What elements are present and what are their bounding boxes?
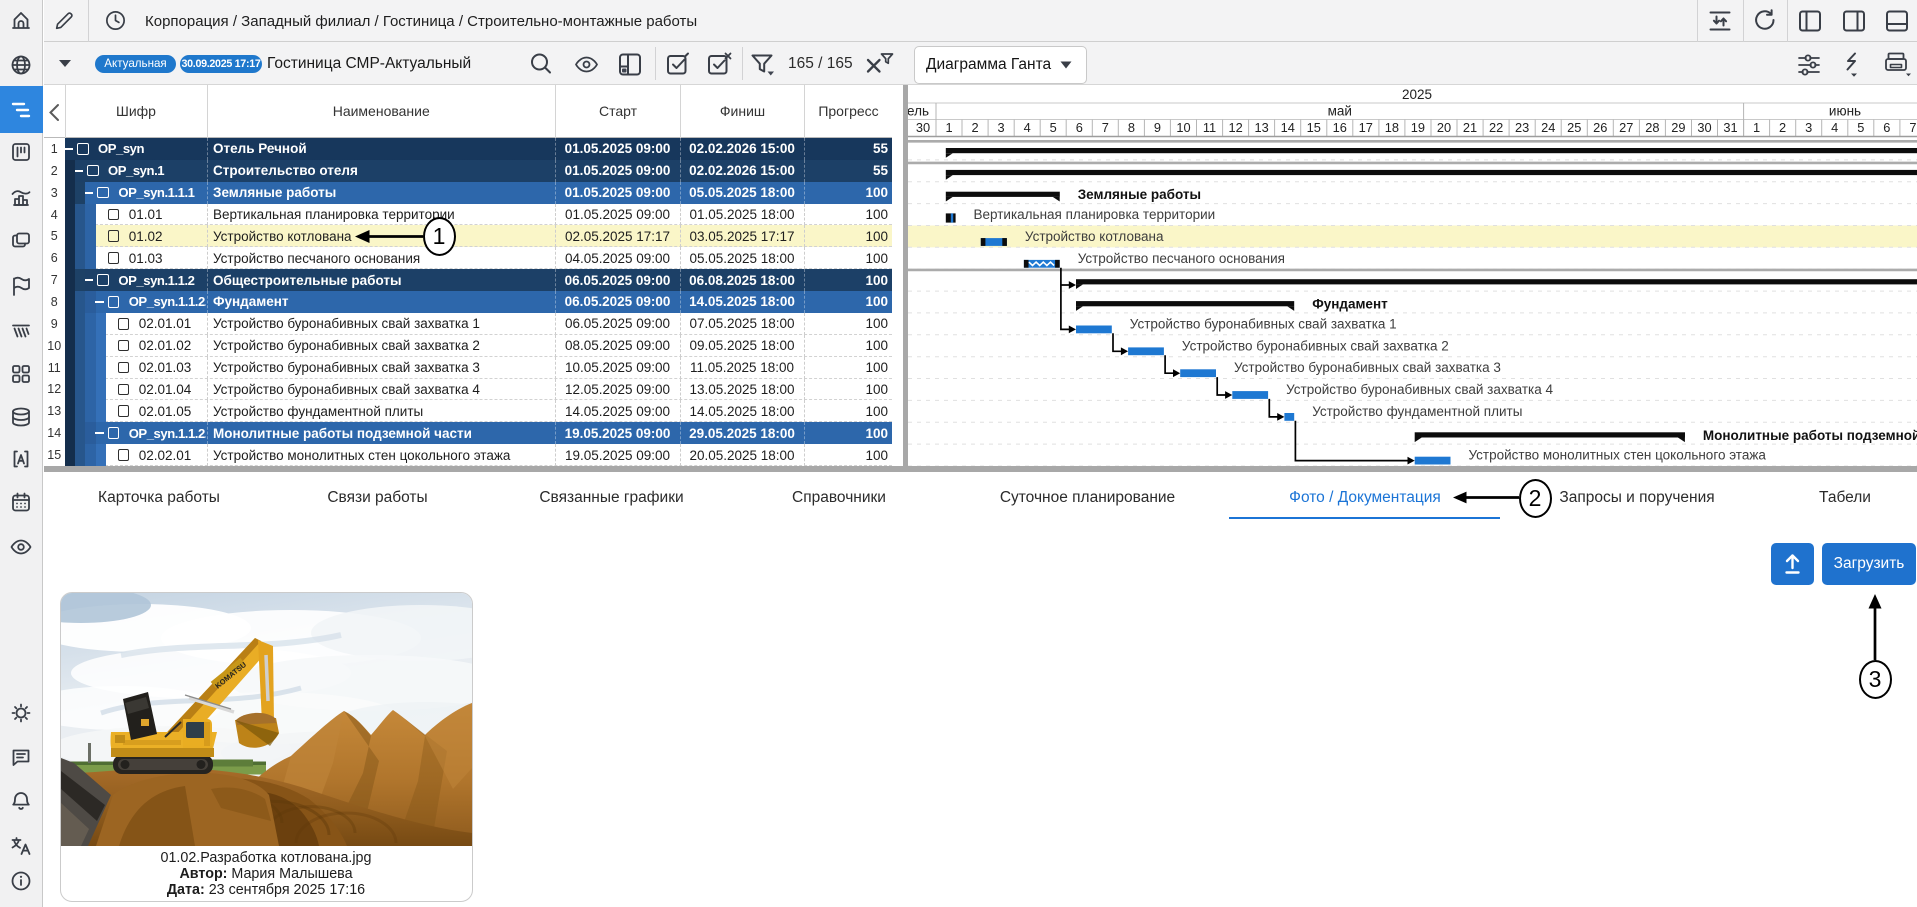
svg-text:12: 12 (1228, 120, 1242, 135)
svg-text:6: 6 (1076, 120, 1083, 135)
svg-text:Вертикальная планировка террит: Вертикальная планировка территории (974, 207, 1216, 222)
svg-text:3: 3 (998, 120, 1005, 135)
svg-text:Устройство монолитных стен цок: Устройство монолитных стен цокольного эт… (1469, 448, 1767, 463)
svg-text:Устройство буронабивных свай з: Устройство буронабивных свай захватка 4 (1286, 382, 1553, 397)
svg-text:13: 13 (1254, 120, 1268, 135)
svg-text:апрель: апрель (908, 104, 929, 119)
svg-text:30: 30 (1697, 120, 1711, 135)
svg-text:9: 9 (1154, 120, 1161, 135)
svg-text:Устройство фундаментной плиты: Устройство фундаментной плиты (1312, 404, 1522, 419)
svg-text:21: 21 (1463, 120, 1477, 135)
svg-text:18: 18 (1385, 120, 1399, 135)
svg-text:Устройство песчаного основания: Устройство песчаного основания (1078, 251, 1285, 266)
svg-text:3: 3 (1805, 120, 1812, 135)
svg-text:17: 17 (1359, 120, 1373, 135)
svg-text:11: 11 (1203, 120, 1216, 135)
svg-text:23: 23 (1515, 120, 1529, 135)
svg-text:4: 4 (1024, 120, 1031, 135)
svg-text:19: 19 (1411, 120, 1425, 135)
svg-text:Устройство буронабивных свай з: Устройство буронабивных свай захватка 2 (1182, 338, 1449, 353)
svg-text:Устройство котлована: Устройство котлована (1025, 229, 1164, 244)
svg-text:29: 29 (1671, 120, 1685, 135)
svg-text:5: 5 (1050, 120, 1057, 135)
svg-text:1: 1 (1753, 120, 1760, 135)
svg-text:1: 1 (945, 120, 952, 135)
svg-text:Устройство буронабивных свай з: Устройство буронабивных свай захватка 1 (1130, 317, 1397, 332)
svg-text:10: 10 (1176, 120, 1190, 135)
svg-text:7: 7 (1909, 120, 1916, 135)
svg-text:2: 2 (972, 120, 979, 135)
svg-text:Устройство буронабивных свай з: Устройство буронабивных свай захватка 3 (1234, 360, 1501, 375)
svg-text:6: 6 (1883, 120, 1890, 135)
svg-text:20: 20 (1437, 120, 1451, 135)
svg-text:8: 8 (1128, 120, 1135, 135)
svg-text:7: 7 (1102, 120, 1109, 135)
svg-text:27: 27 (1619, 120, 1633, 135)
svg-text:28: 28 (1645, 120, 1659, 135)
svg-text:Фундамент: Фундамент (1312, 297, 1388, 312)
svg-text:15: 15 (1307, 120, 1321, 135)
svg-text:5: 5 (1857, 120, 1864, 135)
svg-text:май: май (1328, 104, 1352, 119)
svg-text:24: 24 (1541, 120, 1555, 135)
svg-text:4: 4 (1831, 120, 1838, 135)
svg-text:Земляные работы: Земляные работы (1078, 187, 1201, 202)
svg-text:22: 22 (1489, 120, 1503, 135)
svg-text:2025: 2025 (1402, 87, 1432, 102)
svg-text:июнь: июнь (1829, 104, 1861, 119)
svg-text:2: 2 (1779, 120, 1786, 135)
svg-text:26: 26 (1593, 120, 1607, 135)
svg-text:25: 25 (1567, 120, 1581, 135)
svg-text:Монолитные работы подземной ча: Монолитные работы подземной части (1703, 428, 1917, 443)
svg-text:14: 14 (1281, 120, 1295, 135)
svg-text:31: 31 (1723, 120, 1737, 135)
svg-text:16: 16 (1333, 120, 1347, 135)
svg-text:30: 30 (916, 120, 930, 135)
